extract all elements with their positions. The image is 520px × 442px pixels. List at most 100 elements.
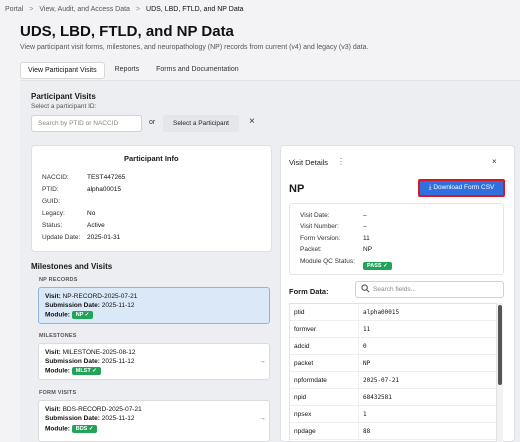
- page-description: View participant visit forms, milestones…: [20, 44, 369, 51]
- submission-line: Submission Date: 2025-11-12: [45, 302, 135, 309]
- form-data-table: ptid alpha00015 formver 11 adcid 0 packet NP…: [289, 303, 497, 442]
- submission-date: 2025-11-12: [101, 415, 135, 422]
- tab-reports[interactable]: Reports: [108, 62, 147, 79]
- participant-search-input[interactable]: Search by PTID or NACCID: [31, 115, 142, 132]
- breadcrumb-view-audit[interactable]: View, Audit, and Access Data: [39, 6, 130, 13]
- qc-status-label: Module QC Status:: [300, 258, 355, 265]
- legacy-value: No: [87, 210, 96, 217]
- update-date-label: Update Date:: [42, 234, 81, 241]
- np-records-section-label: NP RECORDS: [39, 277, 78, 283]
- module-label: Module:: [45, 425, 70, 433]
- guid-label: GUID:: [42, 198, 61, 205]
- close-icon[interactable]: ×: [492, 157, 497, 166]
- download-button-label: Download Form CSV: [433, 184, 495, 191]
- table-row: adcid 0: [290, 338, 496, 355]
- naccid-value: TEST447265: [87, 174, 126, 181]
- breadcrumb: Portal > View, Audit, and Access Data > …: [5, 6, 244, 13]
- visit-id: BDS-RECORD-2025-07-21: [62, 406, 142, 413]
- field-key: ptid: [294, 309, 305, 316]
- field-value: 11: [363, 326, 371, 333]
- download-form-csv-button[interactable]: ⤓ Download Form CSV: [418, 179, 505, 197]
- select-participant-button[interactable]: Select a Participant: [163, 115, 239, 132]
- submission-date: 2025-11-12: [101, 358, 135, 365]
- naccid-label: NACCID:: [42, 174, 69, 181]
- table-row: npsex 1: [290, 406, 496, 423]
- submission-line: Submission Date: 2025-11-12: [45, 415, 135, 422]
- field-value: alpha00015: [363, 309, 400, 316]
- table-row: packet NP: [290, 355, 496, 372]
- table-row: formver 11: [290, 321, 496, 338]
- visit-line: Visit: MILESTONE-2025-08-12: [45, 349, 135, 356]
- tab-forms-documentation[interactable]: Forms and Documentation: [149, 62, 245, 79]
- submission-label: Submission Date:: [45, 415, 100, 422]
- table-row: npid 68432581: [290, 389, 496, 406]
- field-value: 2025-07-21: [363, 377, 400, 384]
- field-key: adcid: [294, 343, 310, 350]
- visit-label: Visit:: [45, 349, 61, 356]
- download-icon: ⤓: [428, 184, 432, 191]
- visit-date-value: –: [363, 212, 367, 219]
- field-value: NP: [363, 360, 371, 367]
- field-key: npdage: [294, 428, 316, 435]
- packet-value: NP: [363, 246, 373, 253]
- submission-line: Submission Date: 2025-11-12: [45, 358, 135, 365]
- participant-visits-title: Participant Visits: [31, 92, 96, 101]
- ptid-label: PTID:: [42, 186, 59, 193]
- submission-label: Submission Date:: [45, 302, 100, 309]
- breadcrumb-separator-icon: >: [135, 6, 141, 13]
- field-key: npformdate: [294, 377, 327, 384]
- milestones-section-label: MILESTONES: [39, 333, 77, 339]
- form-data-label: Form Data:: [289, 287, 329, 296]
- submission-label: Submission Date:: [45, 358, 100, 365]
- legacy-label: Legacy:: [42, 210, 65, 217]
- or-label: or: [149, 119, 156, 126]
- visit-number-label: Visit Number:: [300, 223, 339, 230]
- form-visits-section-label: FORM VISITS: [39, 390, 77, 396]
- search-fields-input[interactable]: Search fields...: [355, 281, 504, 298]
- packet-label: Packet:: [300, 246, 322, 253]
- field-key: formver: [294, 326, 317, 333]
- field-value: 88: [363, 428, 371, 435]
- visit-label: Visit:: [45, 293, 61, 300]
- tab-view-participant-visits[interactable]: View Participant Visits: [20, 62, 105, 79]
- visit-line: Visit: NP-RECORD-2025-07-21: [45, 293, 137, 300]
- field-value: 0: [363, 343, 367, 350]
- clear-icon[interactable]: ×: [249, 116, 255, 127]
- field-key: npsex: [294, 411, 312, 418]
- participant-info-title: Participant Info: [124, 154, 179, 163]
- update-date-value: 2025-01-31: [87, 234, 121, 241]
- form-version-label: Form Version:: [300, 235, 341, 242]
- visit-heading: NP: [289, 183, 305, 195]
- visit-details-title: Visit Details: [289, 158, 329, 167]
- scrollbar-thumb[interactable]: [498, 305, 502, 385]
- field-value: 1: [363, 411, 367, 418]
- milestones-visits-title: Milestones and Visits: [31, 262, 113, 271]
- more-options-icon[interactable]: ⋮: [337, 157, 345, 166]
- visit-id: MILESTONE-2025-08-12: [62, 349, 136, 356]
- visit-date-label: Visit Date:: [300, 212, 330, 219]
- field-key: npid: [294, 394, 307, 401]
- module-label: Module:: [45, 311, 70, 319]
- status-label: Status:: [42, 222, 63, 229]
- participant-visits-subtitle: Select a participant ID:: [31, 103, 97, 110]
- field-value: 68432581: [363, 394, 392, 401]
- visit-label: Visit:: [45, 406, 61, 413]
- status-value: Active: [87, 222, 105, 229]
- module-badge: BDS ✓: [71, 425, 98, 433]
- module-line: Module: MLST ✓: [45, 367, 101, 375]
- field-key: packet: [294, 360, 314, 367]
- visit-number-value: –: [363, 223, 367, 230]
- arrow-right-icon[interactable]: →: [259, 415, 266, 422]
- tab-bar: View Participant Visits Reports Forms an…: [20, 62, 246, 79]
- breadcrumb-separator-icon: >: [29, 6, 34, 13]
- module-badge: NP ✓: [71, 311, 94, 319]
- visit-line: Visit: BDS-RECORD-2025-07-21: [45, 406, 142, 413]
- form-version-value: 11: [363, 235, 370, 242]
- ptid-value: alpha00015: [87, 186, 121, 193]
- table-row: ptid alpha00015: [290, 304, 496, 321]
- table-row: npdage 88: [290, 423, 496, 440]
- module-line: Module: BDS ✓: [45, 425, 98, 433]
- breadcrumb-portal[interactable]: Portal: [5, 6, 23, 13]
- arrow-right-icon[interactable]: →: [259, 358, 266, 365]
- module-label: Module:: [45, 367, 70, 375]
